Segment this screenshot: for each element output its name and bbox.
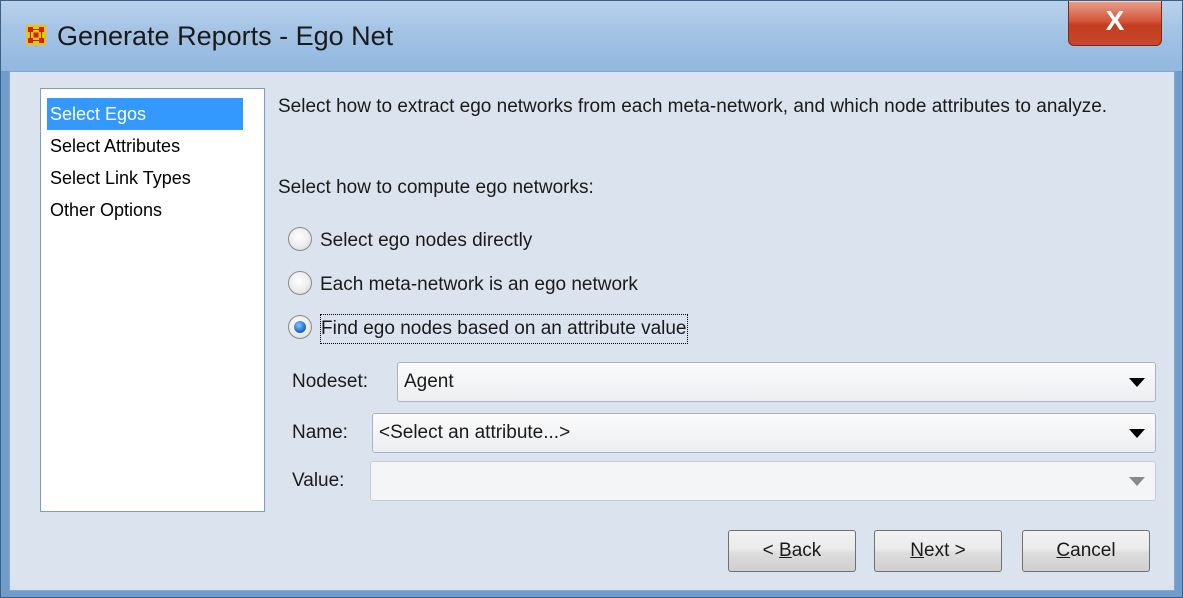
attribute-value-dropdown[interactable] xyxy=(370,461,1156,501)
back-button-mnemonic: B xyxy=(779,540,792,561)
option-label: Each meta-network is an ego network xyxy=(320,274,638,295)
title-bar[interactable]: Generate Reports - Ego Net X xyxy=(1,1,1182,71)
nodeset-label: Nodeset: xyxy=(292,371,369,392)
value-label: Value: xyxy=(292,470,345,491)
option-meta-network-ego[interactable]: Each meta-network is an ego network xyxy=(288,270,638,300)
dialog-window: Generate Reports - Ego Net X Select Egos… xyxy=(0,0,1183,598)
back-button-label: ack xyxy=(791,540,822,561)
cancel-button[interactable]: Cancel xyxy=(1022,530,1150,572)
option-label: Find ego nodes based on an attribute val… xyxy=(320,314,688,344)
next-button-label: ext > xyxy=(924,540,966,561)
radio-button[interactable] xyxy=(288,271,312,295)
next-button[interactable]: Next > xyxy=(874,530,1002,572)
option-select-directly[interactable]: Select ego nodes directly xyxy=(288,226,532,256)
next-button-mnemonic: N xyxy=(910,540,924,561)
compute-method-label: Select how to compute ego networks: xyxy=(278,177,594,198)
back-button[interactable]: < Back xyxy=(728,530,856,572)
step-item-other-options[interactable]: Other Options xyxy=(47,194,243,226)
cancel-button-mnemonic: C xyxy=(1056,540,1071,561)
nodeset-dropdown[interactable]: Agent xyxy=(397,362,1156,402)
name-label: Name: xyxy=(292,422,348,443)
nodeset-value: Agent xyxy=(404,371,454,392)
close-icon: X xyxy=(1105,5,1125,36)
cancel-button-label: ancel xyxy=(1070,540,1116,561)
option-label: Select ego nodes directly xyxy=(320,230,533,251)
step-item-select-attributes[interactable]: Select Attributes xyxy=(47,130,243,162)
step-list: Select Egos Select Attributes Select Lin… xyxy=(40,88,265,512)
step-item-select-link-types[interactable]: Select Link Types xyxy=(47,162,243,194)
option-attribute-value[interactable]: Find ego nodes based on an attribute val… xyxy=(288,314,688,344)
dialog-content: Select Egos Select Attributes Select Lin… xyxy=(9,71,1175,591)
back-button-prefix: < xyxy=(762,540,780,561)
network-grid-icon xyxy=(26,25,46,45)
radio-button-selected[interactable] xyxy=(288,315,312,339)
attribute-name-dropdown[interactable]: <Select an attribute...> xyxy=(372,413,1156,453)
instructions-text: Select how to extract ego networks from … xyxy=(278,96,1108,117)
chevron-down-icon xyxy=(1129,429,1145,438)
attribute-name-value: <Select an attribute...> xyxy=(379,422,571,443)
radio-button[interactable] xyxy=(288,227,312,251)
chevron-down-icon xyxy=(1129,477,1145,486)
step-item-select-egos[interactable]: Select Egos xyxy=(47,98,243,130)
close-button[interactable]: X xyxy=(1068,1,1162,46)
chevron-down-icon xyxy=(1129,378,1145,387)
window-title: Generate Reports - Ego Net xyxy=(57,21,394,51)
